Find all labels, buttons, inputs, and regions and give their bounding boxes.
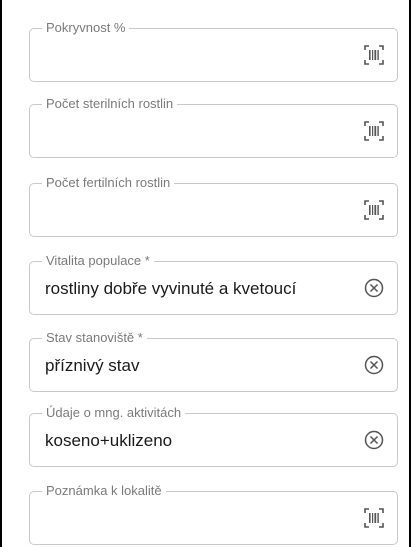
field-label: Vitalita populace * bbox=[42, 253, 154, 269]
barcode-icon[interactable] bbox=[363, 507, 385, 529]
field-label: Pokryvnost % bbox=[42, 20, 130, 36]
sterile-plants-count-field[interactable]: Počet sterilních rostlin bbox=[29, 96, 398, 158]
barcode-icon[interactable] bbox=[363, 199, 385, 221]
habitat-condition-field[interactable]: Stav stanoviště * příznivý stav bbox=[29, 330, 398, 392]
field-value[interactable]: příznivý stav bbox=[45, 355, 139, 377]
population-vitality-field[interactable]: Vitalita populace * rostliny dobře vyvin… bbox=[29, 253, 398, 315]
field-label: Stav stanoviště * bbox=[42, 330, 147, 346]
field-label: Údaje o mng. aktivitách bbox=[42, 405, 186, 421]
barcode-icon[interactable] bbox=[363, 120, 385, 142]
field-label: Poznámka k lokalitě bbox=[42, 483, 166, 499]
locality-note-field[interactable]: Poznámka k lokalitě bbox=[29, 483, 398, 545]
coverage-percent-field[interactable]: Pokryvnost % bbox=[29, 20, 398, 82]
clear-icon[interactable] bbox=[363, 354, 385, 376]
clear-icon[interactable] bbox=[363, 277, 385, 299]
barcode-icon[interactable] bbox=[363, 44, 385, 66]
field-label: Počet sterilních rostlin bbox=[42, 96, 178, 112]
form-container: Pokryvnost % Počet sterilních rostlin Po… bbox=[0, 0, 411, 547]
management-activities-field[interactable]: Údaje o mng. aktivitách koseno+uklizeno bbox=[29, 405, 398, 467]
field-value[interactable]: koseno+uklizeno bbox=[45, 430, 172, 452]
field-label: Počet fertilních rostlin bbox=[42, 175, 175, 191]
clear-icon[interactable] bbox=[363, 429, 385, 451]
fertile-plants-count-field[interactable]: Počet fertilních rostlin bbox=[29, 175, 398, 237]
field-value[interactable]: rostliny dobře vyvinuté a kvetoucí bbox=[45, 278, 296, 300]
